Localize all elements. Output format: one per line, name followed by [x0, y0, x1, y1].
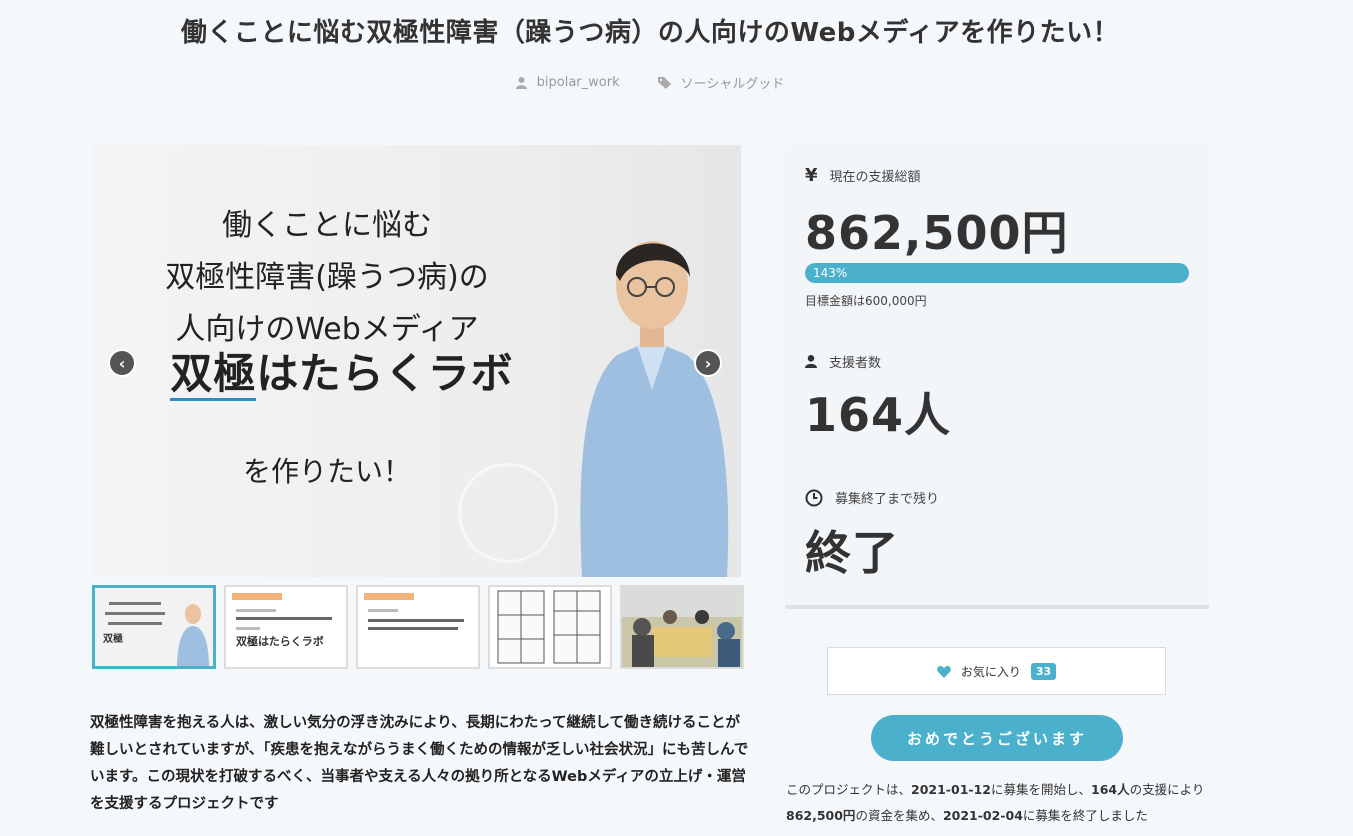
summary-backers: 164人 — [1091, 782, 1130, 797]
manga-panels — [497, 590, 601, 664]
thumb-text-line — [368, 627, 458, 630]
hero-logo-text: はたらくラボ — [256, 349, 514, 398]
backers-label-row: 支援者数 — [805, 352, 881, 371]
hero-line-2: 双極性障害(躁うつ病)の — [165, 260, 489, 295]
project-description: 双極性障害を抱える人は、激しい気分の浮き沈みにより、長期にわたって継続して働き続… — [90, 715, 749, 812]
author[interactable]: bipolar_work — [515, 73, 620, 92]
thumbnail-cover[interactable]: 双極 — [92, 585, 216, 669]
summary-text: に募集を開始し、 — [990, 782, 1091, 797]
thumb-logo: 双極はたらくラボ — [236, 635, 324, 648]
summary-start-date: 2021-01-12 — [911, 782, 991, 797]
thumb-text-line — [236, 609, 276, 612]
thumbnail-manga[interactable] — [488, 585, 612, 669]
thumb-presenter — [177, 604, 209, 666]
remaining-value: 終了 — [805, 526, 899, 580]
author-name[interactable]: bipolar_work — [537, 75, 620, 90]
category-name[interactable]: ソーシャルグッド — [681, 73, 785, 92]
summary-text: の支援により — [1129, 782, 1205, 797]
thumb-header — [364, 593, 414, 600]
summary-end-date: 2021-02-04 — [942, 808, 1023, 823]
summary-text: このプロジェクトは、 — [786, 782, 912, 797]
summary-amount: 862,500円 — [786, 808, 856, 823]
thumb-text-line — [108, 622, 162, 625]
funding-label: 現在の支援総額 — [829, 170, 921, 185]
presenter-photo — [580, 241, 729, 577]
project-summary: このプロジェクトは、2021-01-12に募集を開始し、164人の支援により 86… — [786, 777, 1216, 829]
thumb-text-line — [109, 602, 161, 605]
thumbnail-slide-2[interactable] — [356, 585, 480, 669]
yen-icon: ¥ — [805, 165, 818, 186]
clock-icon — [805, 489, 823, 506]
backers-label: 支援者数 — [829, 356, 882, 371]
heart-icon — [937, 665, 951, 678]
thumbnail-photo[interactable] — [620, 585, 744, 669]
thumb-logo: 双極 — [103, 634, 123, 645]
funding-progress-bar: 143% — [805, 263, 1189, 283]
favorite-button[interactable]: お気に入り 33 — [827, 647, 1166, 695]
play-icon[interactable] — [458, 463, 558, 563]
hero-logo-accent: 双極 — [170, 349, 257, 401]
goal-amount: 目標金額は600,000円 — [805, 294, 927, 308]
tag-icon — [657, 76, 671, 89]
user-icon — [805, 355, 817, 368]
hero-video[interactable]: 働くことに悩む 双極性障害(躁うつ病)の 人向けのWebメディア 双極はたらくラ… — [92, 145, 741, 577]
remaining-label: 募集終了まで残り — [835, 492, 940, 507]
carousel-prev-button[interactable]: ‹ — [108, 349, 136, 377]
category[interactable]: ソーシャルグッド — [657, 73, 785, 92]
funding-total: 862,500円 — [805, 206, 1069, 260]
summary-text: に募集を終了しました — [1022, 808, 1148, 823]
funding-label-row: ¥ 現在の支援総額 — [805, 165, 921, 186]
hero-logo: 双極はたらくラボ — [132, 340, 552, 401]
progress-fill: 143% — [805, 263, 1189, 283]
thumbnail-slide-1[interactable]: 双極はたらくラボ — [224, 585, 348, 669]
congrats-button[interactable]: おめでとうございます — [871, 715, 1123, 761]
project-meta: bipolar_work ソーシャルグッド — [0, 73, 1300, 92]
stats-panel: ¥ 現在の支援総額 862,500円 143% 目標金額は600,000円 支援… — [785, 145, 1209, 609]
hero-headline: 働くことに悩む 双極性障害(躁うつ病)の 人向けのWebメディア — [92, 200, 562, 356]
remaining-label-row: 募集終了まで残り — [805, 488, 939, 507]
favorite-label: お気に入り — [960, 664, 1021, 679]
favorite-count: 33 — [1030, 662, 1057, 680]
user-icon — [515, 76, 527, 89]
page-title: 働くことに悩む双極性障害（躁うつ病）の人向けのWebメディアを作りたい！ — [180, 18, 1120, 48]
thumb-text-line — [368, 619, 464, 622]
thumb-text-line — [105, 612, 165, 615]
meeting-photo — [622, 587, 742, 667]
backers-count: 164人 — [805, 388, 952, 442]
summary-text: の資金を集め、 — [855, 808, 943, 823]
thumbnail-strip: 双極 双極はたらくラボ — [92, 585, 744, 669]
carousel-next-button[interactable]: › — [694, 349, 722, 377]
hero-line-1: 働くことに悩む — [222, 208, 432, 243]
thumb-text-line — [368, 609, 398, 612]
thumb-text-line — [236, 617, 332, 620]
thumb-header — [232, 593, 282, 600]
thumb-text-line — [236, 627, 260, 630]
